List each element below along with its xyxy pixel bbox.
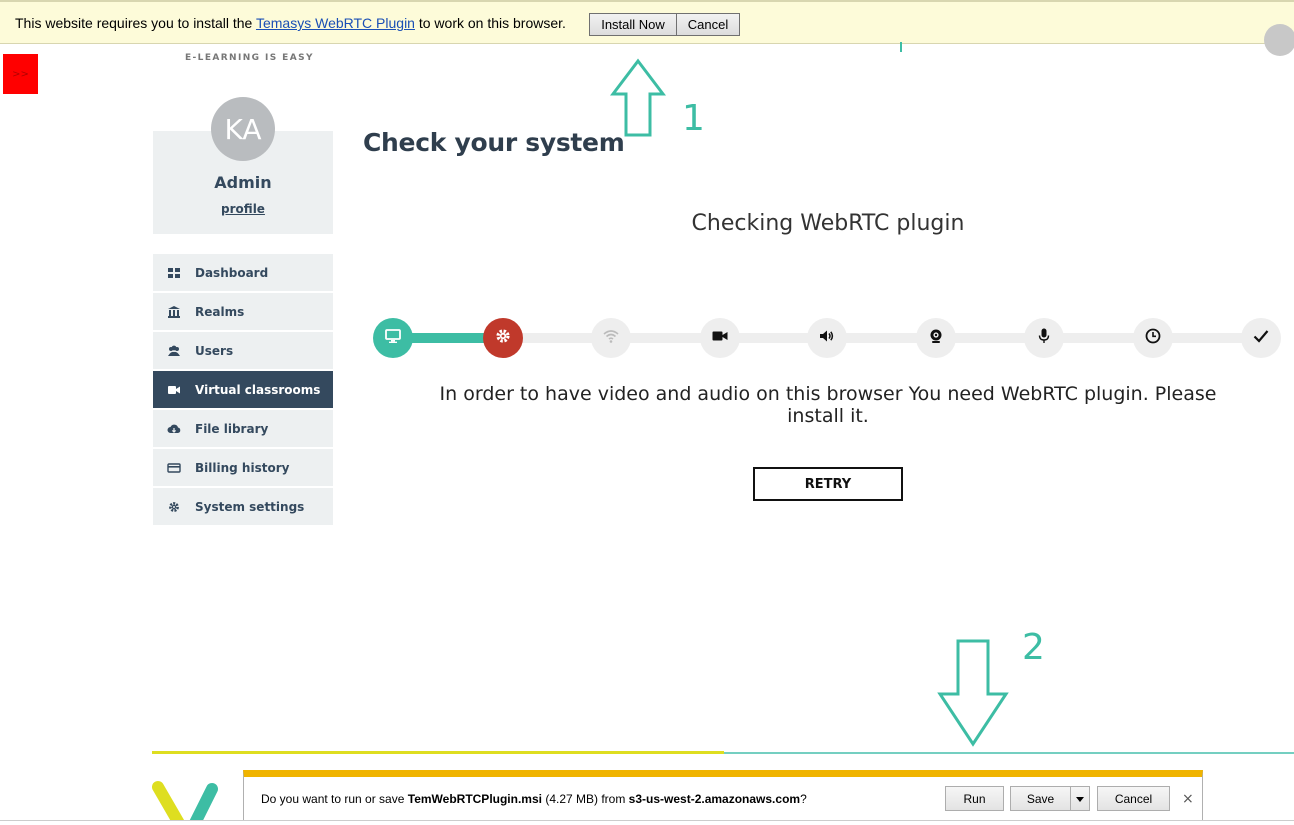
save-button[interactable]: Save bbox=[1010, 786, 1071, 811]
gear-icon bbox=[153, 500, 195, 514]
sidebar-nav: Dashboard Realms Users Virtual classroom… bbox=[153, 254, 333, 527]
sidebar-item-label: Billing history bbox=[195, 460, 290, 475]
step-clock bbox=[1133, 318, 1173, 358]
plugin-notification-message: This website requires you to install the… bbox=[15, 15, 566, 31]
step-camera bbox=[700, 318, 740, 358]
download-filename: TemWebRTCPlugin.msi bbox=[407, 792, 542, 806]
avatar: KA bbox=[211, 97, 275, 161]
step-title: Checking WebRTC plugin bbox=[691, 211, 965, 236]
close-icon[interactable]: × bbox=[1182, 791, 1194, 807]
download-size: (4.27 MB) from bbox=[541, 792, 629, 806]
video-camera-icon bbox=[711, 327, 729, 350]
step-microphone bbox=[1024, 318, 1064, 358]
footer-line-teal bbox=[724, 752, 1294, 754]
credit-card-icon bbox=[153, 461, 195, 475]
gear-icon bbox=[494, 327, 512, 350]
dashboard-icon bbox=[153, 266, 195, 280]
annotation-number-2: 2 bbox=[1022, 627, 1045, 668]
step-wifi bbox=[591, 318, 631, 358]
microphone-icon bbox=[1035, 327, 1053, 350]
page-title: Check your system bbox=[363, 128, 625, 157]
sidebar-item-billing-history[interactable]: Billing history bbox=[153, 449, 333, 486]
window-bottom-edge bbox=[0, 820, 1294, 825]
step-monitor bbox=[373, 318, 413, 358]
step-speaker bbox=[807, 318, 847, 358]
brand-tagline: E-LEARNING IS EASY bbox=[185, 53, 314, 63]
webcam-icon bbox=[927, 327, 945, 350]
step-complete bbox=[1241, 318, 1281, 358]
plugin-info-text: In order to have video and audio on this… bbox=[439, 383, 1217, 427]
wifi-icon bbox=[602, 327, 620, 350]
sidebar-item-label: Users bbox=[195, 343, 234, 358]
profile-name: Admin bbox=[214, 173, 272, 192]
sidebar-item-label: File library bbox=[195, 421, 269, 436]
clock-icon bbox=[1144, 327, 1162, 350]
cloud-icon bbox=[153, 422, 195, 436]
sidebar-item-label: Realms bbox=[195, 304, 245, 319]
brand-logo-icon bbox=[152, 781, 218, 823]
sidebar-item-system-settings[interactable]: System settings bbox=[153, 488, 333, 525]
download-suffix: ? bbox=[800, 792, 807, 806]
sidebar-item-dashboard[interactable]: Dashboard bbox=[153, 254, 333, 291]
checkmark-icon bbox=[1252, 327, 1270, 350]
sidebar-item-label: System settings bbox=[195, 499, 305, 514]
speaker-icon bbox=[818, 327, 836, 350]
sidebar-item-file-library[interactable]: File library bbox=[153, 410, 333, 447]
save-options-dropdown[interactable] bbox=[1070, 786, 1090, 811]
header-divider bbox=[900, 42, 902, 52]
sidebar-toggle-button[interactable]: >> bbox=[3, 54, 38, 94]
download-source: s3-us-west-2.amazonaws.com bbox=[628, 792, 801, 806]
step-gear bbox=[483, 318, 523, 358]
user-menu-avatar[interactable] bbox=[1264, 24, 1294, 56]
step-webcam bbox=[916, 318, 956, 358]
plugin-message-before: This website requires you to install the bbox=[15, 15, 256, 31]
sidebar-item-label: Dashboard bbox=[195, 265, 269, 280]
retry-button[interactable]: RETRY bbox=[753, 467, 903, 501]
plugin-notification-bar: This website requires you to install the… bbox=[0, 0, 1294, 44]
footer-line-yellow bbox=[152, 751, 724, 754]
users-icon bbox=[153, 344, 195, 358]
video-camera-icon bbox=[153, 383, 195, 397]
bank-icon bbox=[153, 305, 195, 319]
install-now-button[interactable]: Install Now bbox=[589, 13, 677, 36]
plugin-message-after: to work on this browser. bbox=[414, 15, 566, 31]
sidebar-item-label: Virtual classrooms bbox=[195, 382, 321, 397]
profile-link[interactable]: profile bbox=[153, 202, 333, 216]
sidebar-item-users[interactable]: Users bbox=[153, 332, 333, 369]
annotation-number-1: 1 bbox=[682, 98, 705, 139]
download-prefix: Do you want to run or save bbox=[261, 792, 408, 806]
sidebar-item-virtual-classrooms[interactable]: Virtual classrooms bbox=[153, 371, 333, 408]
run-button[interactable]: Run bbox=[945, 786, 1004, 811]
monitor-icon bbox=[384, 327, 402, 350]
temasys-plugin-link[interactable]: Temasys WebRTC Plugin bbox=[256, 15, 415, 31]
download-cancel-button[interactable]: Cancel bbox=[1097, 786, 1170, 811]
annotation-arrow-down-icon bbox=[937, 639, 1009, 747]
plugin-cancel-button[interactable]: Cancel bbox=[676, 13, 740, 36]
annotation-arrow-up-icon bbox=[610, 58, 666, 137]
sidebar-item-realms[interactable]: Realms bbox=[153, 293, 333, 330]
download-message: Do you want to run or save TemWebRTCPlug… bbox=[261, 792, 807, 806]
caret-down-icon bbox=[1075, 792, 1085, 806]
